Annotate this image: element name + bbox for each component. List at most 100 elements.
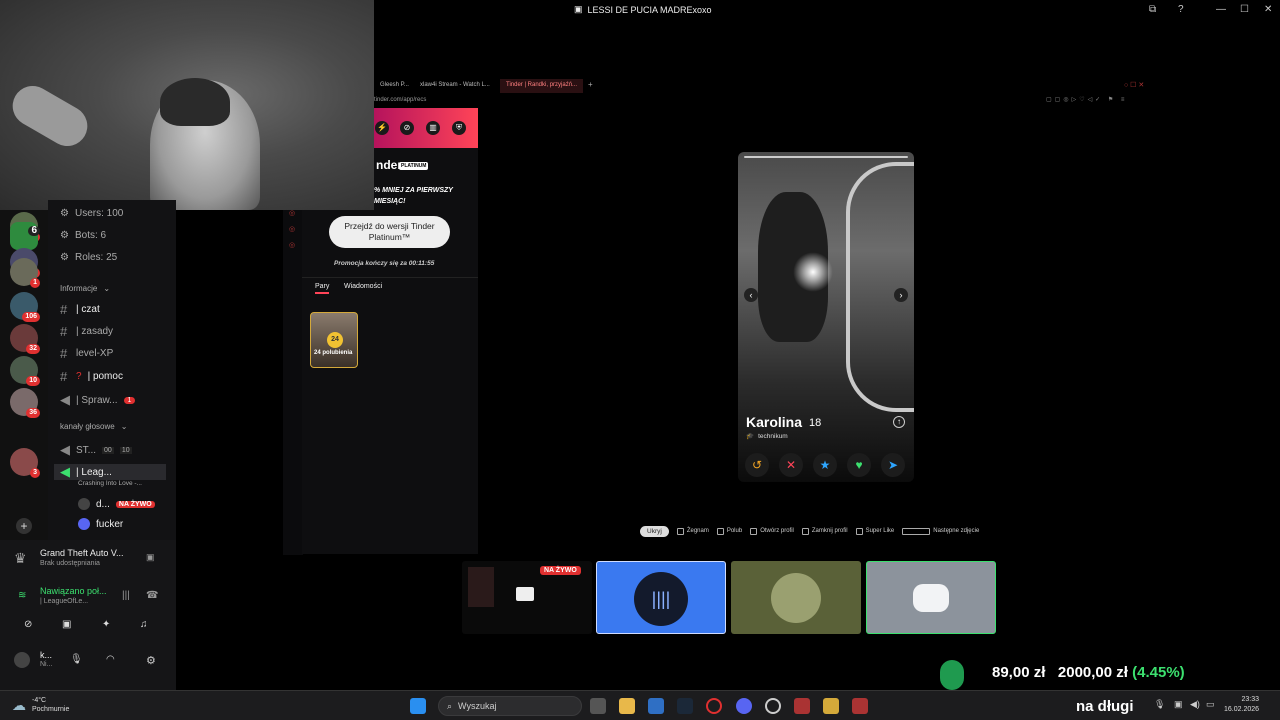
help-icon[interactable]: ? xyxy=(1178,4,1184,15)
super-like-button[interactable]: ★ xyxy=(813,453,837,477)
connection-icon: ≋ xyxy=(18,590,27,601)
server-icon[interactable]: 10 xyxy=(10,356,40,386)
browser-toolbar-icons[interactable]: ▢▢◎▷♡◁✓ ⚑ ≡ xyxy=(1046,96,1127,103)
app-icon[interactable] xyxy=(794,698,810,714)
voice-channel-active[interactable]: ◀ | Leag... xyxy=(54,464,166,480)
steam-icon[interactable] xyxy=(677,698,693,714)
upgrade-button[interactable]: Przejdź do wersji Tinder Platinum™ xyxy=(329,216,450,248)
add-server-icon[interactable]: + xyxy=(16,518,32,534)
cast-icon[interactable]: ⧉ xyxy=(1149,4,1156,15)
voice-user[interactable]: fucker xyxy=(78,518,123,530)
server-icon[interactable]: 32 xyxy=(10,324,40,354)
hash-icon: # xyxy=(60,369,68,384)
server-icon[interactable]: 36 xyxy=(10,388,40,418)
tab-messages[interactable]: Wiadomości xyxy=(344,283,382,290)
battery-icon[interactable]: ▭ xyxy=(1206,699,1215,710)
mic-icon[interactable]: 🎙 xyxy=(70,654,83,665)
tab-matches[interactable]: Pary xyxy=(315,283,330,294)
next-photo-icon[interactable]: › xyxy=(894,288,908,302)
avatar[interactable] xyxy=(14,652,30,668)
new-tab-icon[interactable]: + xyxy=(588,80,593,89)
role-icon: ⚙ xyxy=(60,252,69,263)
activities-icon[interactable]: ✦ xyxy=(102,619,110,630)
browser-tab-active[interactable]: Tinder | Randki, przyjaźń... xyxy=(500,79,584,93)
address-bar[interactable]: tinder.com/app/recs xyxy=(374,95,1280,107)
noise-suppression-icon[interactable]: ||| xyxy=(122,590,130,601)
thumb-sidebar xyxy=(468,567,494,607)
browser-tab[interactable]: Gleesh P... xyxy=(374,79,415,93)
camera-off-icon[interactable]: ⊘ xyxy=(24,619,32,630)
app-icon[interactable] xyxy=(852,698,868,714)
hide-hints-button[interactable]: Ukryj xyxy=(640,525,669,537)
category-voice[interactable]: kanały głosowe ⌄ xyxy=(60,422,127,431)
headphones-icon[interactable]: ◠ xyxy=(106,654,115,665)
file-explorer-icon[interactable] xyxy=(619,698,635,714)
category-info[interactable]: Informacje ⌄ xyxy=(60,284,110,293)
likes-card[interactable]: 24 24 polubienia xyxy=(310,312,358,368)
voice-channel[interactable]: ◀ ST... 00 10 xyxy=(60,442,132,458)
channel-pomoc[interactable]: #? | pomoc xyxy=(60,369,123,384)
window-title: ▣ LESSI DE PUCIA MADRExoxo xyxy=(574,4,712,15)
channel-czat[interactable]: # | czat xyxy=(60,302,100,317)
mic-icon[interactable]: 🎙 xyxy=(1154,699,1165,710)
maximize-button[interactable]: ☐ xyxy=(1240,4,1249,15)
boost-icon[interactable]: ⚡ xyxy=(375,121,389,135)
gear-icon[interactable]: ⚙ xyxy=(146,654,156,667)
close-button[interactable]: ✕ xyxy=(1264,4,1272,15)
screen-share-icon[interactable]: ▣ xyxy=(146,552,155,563)
profile-school: 🎓 technikum xyxy=(746,432,788,441)
opera-icon[interactable] xyxy=(706,698,722,714)
boost-button[interactable]: ➤ xyxy=(881,453,905,477)
prev-photo-icon[interactable]: ‹ xyxy=(744,288,758,302)
likes-count: 24 xyxy=(327,332,343,348)
explore-icon[interactable]: ⊘ xyxy=(400,121,414,135)
channel-level[interactable]: # level-XP xyxy=(60,346,113,361)
screen-icon[interactable]: ▣ xyxy=(62,619,71,630)
sidebar-icon[interactable]: ◎ xyxy=(289,241,295,249)
photo-progress xyxy=(744,156,908,158)
volume-icon[interactable]: ◀) xyxy=(1190,699,1200,710)
sidebar-icon[interactable]: ◎ xyxy=(289,225,295,233)
store-icon[interactable] xyxy=(648,698,664,714)
voice-tile[interactable] xyxy=(731,561,861,634)
disconnect-icon[interactable]: ☎ xyxy=(146,590,158,601)
server-icon[interactable]: 106 xyxy=(10,292,40,322)
server-icon[interactable]: 6 xyxy=(10,222,40,250)
shield-icon[interactable]: ⛨ xyxy=(452,121,466,135)
browser-tab[interactable]: xlaw4i Stream - Watch L... xyxy=(414,79,496,93)
voice-channel-status: Crashing Into Love -... xyxy=(78,480,142,487)
hash-icon: # xyxy=(60,346,68,361)
network-icon[interactable]: ▣ xyxy=(1174,699,1183,710)
server-icon[interactable]: 3 xyxy=(10,448,40,478)
voice-tile[interactable] xyxy=(866,561,996,634)
webcam-arm xyxy=(5,78,95,154)
tinder-header: ⚡ ⊘ ▥ ⛨ xyxy=(374,108,478,148)
channel-sprawy[interactable]: ◀ | Spraw... 1 xyxy=(60,392,136,408)
bot-icon: ⚙ xyxy=(60,230,69,241)
profile-info-icon[interactable]: ↑ xyxy=(893,416,905,428)
rewind-button[interactable]: ↺ xyxy=(745,453,769,477)
voice-user[interactable]: d... NA ŻYWO xyxy=(78,498,155,510)
server-icon[interactable]: 1 xyxy=(10,258,40,288)
sidebar-icon[interactable]: ◎ xyxy=(289,209,295,217)
taskbar-search[interactable]: ⌕ Wyszukaj xyxy=(438,696,582,716)
photo-flash xyxy=(793,252,833,292)
nope-button[interactable]: ✕ xyxy=(779,453,803,477)
avatar xyxy=(78,518,90,530)
channel-zasady[interactable]: # | zasady xyxy=(60,324,113,339)
grid-icon[interactable]: ▥ xyxy=(426,121,440,135)
soundboard-icon[interactable]: ♫ xyxy=(140,619,148,630)
voice-tile-active[interactable]: |||| xyxy=(596,561,726,634)
donation-caption: na długi xyxy=(1076,698,1134,715)
system-clock[interactable]: 23:33 16.02.2026 xyxy=(1224,695,1259,715)
weather-widget[interactable]: ☁ -4°C Pochmurnie xyxy=(12,696,69,714)
windows-start-icon[interactable] xyxy=(410,698,426,714)
obs-icon[interactable] xyxy=(765,698,781,714)
task-view-icon[interactable] xyxy=(590,698,606,714)
user-status: Ni... xyxy=(40,661,53,668)
window-controls-icon[interactable]: ○ ☐ ✕ xyxy=(1124,81,1144,89)
discord-icon[interactable] xyxy=(736,698,752,714)
minimize-button[interactable]: — xyxy=(1216,4,1226,15)
like-button[interactable]: ♥ xyxy=(847,453,871,477)
app-icon[interactable] xyxy=(823,698,839,714)
